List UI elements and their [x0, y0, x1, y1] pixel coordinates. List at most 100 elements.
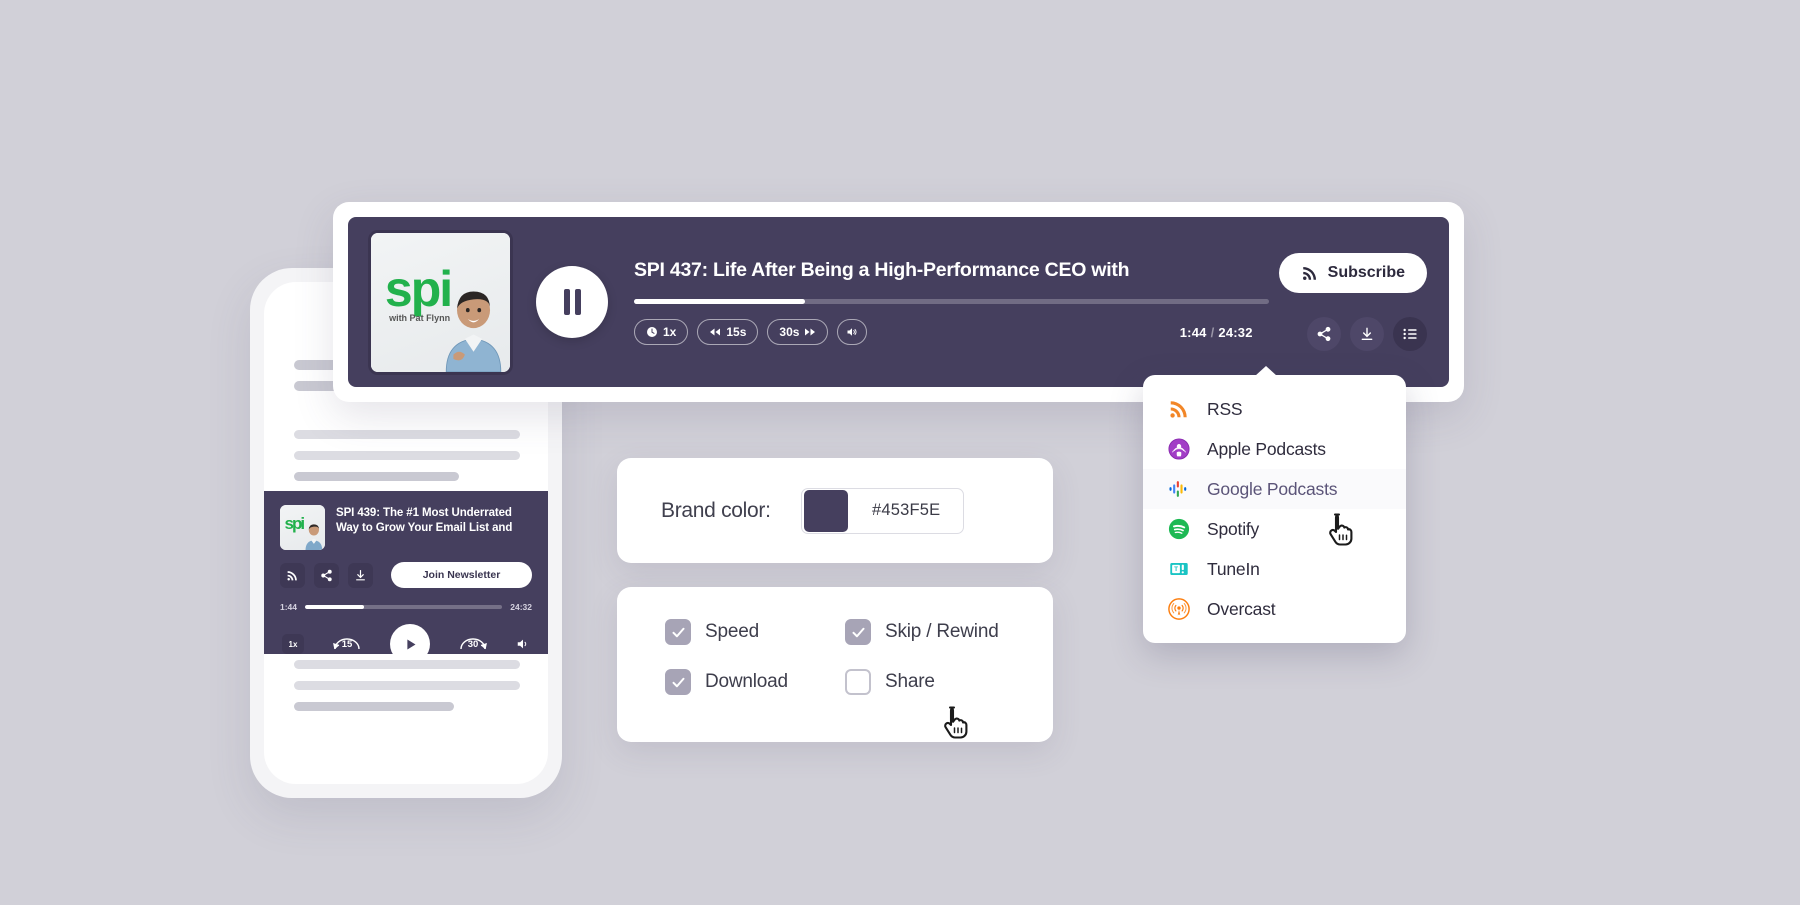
checkbox-speed[interactable] [665, 619, 691, 645]
desktop-player: spi with Pat Flynn SPI 437: Life After B… [348, 217, 1449, 387]
player-controls-row: 1x 15s 30s 1:44/24:32 [634, 319, 1279, 345]
skeleton-line [294, 430, 520, 439]
checkbox-download[interactable] [665, 669, 691, 695]
skeleton-line [294, 472, 459, 481]
checkbox-row-download[interactable]: Download [665, 669, 845, 695]
mobile-episode-artwork: spi [280, 505, 325, 550]
hex-value-input[interactable]: #453F5E [850, 501, 963, 520]
color-swatch[interactable] [803, 489, 848, 532]
time-separator: / [1210, 324, 1215, 340]
checkbox-label: Download [705, 671, 788, 692]
features-card: Speed Skip / Rewind Download Share [617, 587, 1053, 742]
mobile-player: spi SPI 439: The #1 Most Underrated Way … [264, 491, 548, 664]
checkbox-share[interactable] [845, 669, 871, 695]
checkbox-row-share[interactable]: Share [845, 669, 1053, 695]
checkbox-skip-rewind[interactable] [845, 619, 871, 645]
clock-icon [647, 327, 657, 337]
canvas: spi SPI 439: The #1 Most Underrated Way … [0, 0, 1800, 905]
color-picker-field[interactable]: #453F5E [800, 487, 964, 534]
dropdown-item-label: Overcast [1207, 598, 1276, 619]
checkbox-row-speed[interactable]: Speed [665, 619, 845, 645]
mobile-play-button[interactable] [390, 624, 430, 664]
tunein-icon: T [1167, 557, 1191, 581]
dropdown-item-tunein[interactable]: T TuneIn [1143, 549, 1406, 589]
time-display: 1:44/24:32 [1180, 325, 1279, 340]
desktop-player-card: spi with Pat Flynn SPI 437: Life After B… [333, 202, 1464, 402]
mobile-current-time: 1:44 [280, 602, 298, 612]
volume-button[interactable] [837, 319, 868, 345]
speed-button[interactable]: 1x [634, 319, 689, 345]
dropdown-item-overcast[interactable]: Overcast [1143, 589, 1406, 629]
checkbox-label: Speed [705, 621, 759, 642]
dropdown-item-spotify[interactable]: Spotify [1143, 509, 1406, 549]
download-icon[interactable] [348, 562, 373, 588]
skeleton-line [294, 681, 520, 690]
skeleton-block-bottom [294, 660, 520, 723]
skeleton-line [294, 660, 520, 669]
player-right-panel: Subscribe [1278, 217, 1427, 387]
pause-icon [563, 289, 581, 315]
artwork-person-illustration [446, 291, 502, 372]
features-grid: Speed Skip / Rewind Download Share [665, 619, 1053, 695]
mobile-action-row: Join Newsletter [280, 562, 532, 588]
mobile-speed-button[interactable]: 1x [282, 634, 304, 654]
player-main: SPI 437: Life After Being a High-Perform… [634, 259, 1279, 345]
dropdown-item-rss[interactable]: RSS [1143, 389, 1406, 429]
playlist-icon[interactable] [1393, 317, 1427, 351]
forward-label: 30s [779, 325, 800, 339]
checkbox-row-skip-rewind[interactable]: Skip / Rewind [845, 619, 1053, 645]
spotify-icon [1167, 517, 1191, 541]
overcast-icon [1167, 597, 1191, 621]
dropdown-item-label: TuneIn [1207, 558, 1260, 579]
mobile-progress-bar[interactable] [305, 605, 503, 609]
mobile-episode-title: SPI 439: The #1 Most Underrated Way to G… [336, 507, 513, 535]
google-podcasts-icon [1167, 477, 1191, 501]
checkbox-label: Share [885, 671, 935, 692]
forward-button[interactable]: 30s [767, 319, 829, 345]
volume-icon [847, 328, 857, 336]
subscribe-dropdown-menu: RSS Apple Podcasts Google Podcasts Spoti… [1143, 366, 1406, 643]
svg-text:T: T [1174, 566, 1178, 573]
rss-icon[interactable] [280, 562, 305, 588]
check-icon [852, 627, 864, 637]
dropdown-item-label: RSS [1207, 398, 1243, 419]
share-icon[interactable] [1307, 317, 1341, 351]
download-icon[interactable] [1350, 317, 1384, 351]
brand-color-card: Brand color: #453F5E [617, 458, 1053, 563]
mobile-forward-label: 30 [467, 639, 479, 650]
subscribe-button[interactable]: Subscribe [1278, 253, 1427, 293]
skeleton-block-middle [294, 430, 520, 493]
episode-title: SPI 437: Life After Being a High-Perform… [634, 259, 1130, 281]
skeleton-line [294, 451, 520, 460]
mobile-rewind-label: 15 [341, 639, 353, 650]
dropdown-item-google-podcasts[interactable]: Google Podcasts [1143, 469, 1406, 509]
speed-label: 1x [663, 325, 677, 339]
join-newsletter-button[interactable]: Join Newsletter [391, 562, 532, 588]
mobile-player-header: spi SPI 439: The #1 Most Underrated Way … [280, 505, 532, 550]
apple-podcasts-icon [1167, 437, 1191, 461]
brand-color-label: Brand color: [661, 498, 771, 522]
progress-bar[interactable] [634, 299, 1269, 304]
current-time: 1:44 [1179, 324, 1207, 340]
mobile-rewind-button[interactable]: 15 [330, 630, 364, 658]
rss-icon [1302, 267, 1316, 280]
dropdown-item-label: Spotify [1207, 518, 1260, 539]
share-icon[interactable] [314, 562, 339, 588]
dropdown-item-apple-podcasts[interactable]: Apple Podcasts [1143, 429, 1406, 469]
subscribe-label: Subscribe [1327, 264, 1405, 281]
artwork-person-illustration [305, 523, 323, 550]
rewind-icon [710, 328, 721, 336]
rss-icon [1167, 397, 1191, 421]
forward-icon [805, 328, 816, 336]
mobile-volume-icon[interactable] [516, 637, 530, 651]
mobile-controls-row: 1x 15 30 [280, 624, 532, 664]
rewind-button[interactable]: 15s [697, 319, 759, 345]
mobile-forward-button[interactable]: 30 [456, 630, 490, 658]
check-icon [672, 627, 684, 637]
mobile-progress-row: 1:44 24:32 [280, 602, 532, 612]
total-time: 24:32 [1218, 324, 1253, 340]
skeleton-line [294, 702, 455, 711]
episode-artwork: spi with Pat Flynn [368, 229, 513, 375]
play-pause-button[interactable] [536, 266, 608, 338]
dropdown-item-label: Apple Podcasts [1207, 438, 1326, 459]
